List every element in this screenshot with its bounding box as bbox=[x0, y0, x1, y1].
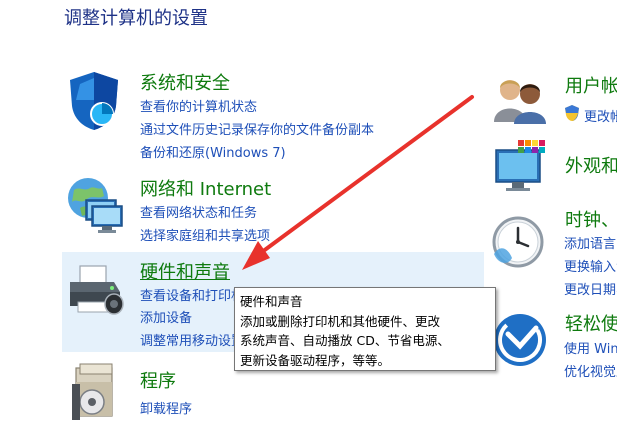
annotation-arrow bbox=[242, 95, 474, 270]
